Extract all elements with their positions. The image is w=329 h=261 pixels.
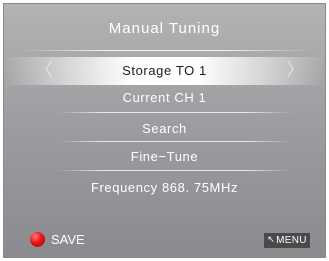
menu-item-fine-tune-label: Fine−Tune — [130, 149, 199, 164]
menu-item-frequency-label: Frequency 868. 75MHz — [90, 180, 239, 195]
menu-label: MENU — [276, 235, 307, 246]
menu-item-current-ch[interactable]: Current CH 1 — [4, 90, 325, 105]
divider — [57, 141, 292, 142]
title-divider — [18, 50, 313, 51]
return-arrow-icon: ↖ — [267, 235, 276, 245]
save-label: SAVE — [51, 232, 85, 247]
divider — [57, 112, 292, 113]
menu-item-fine-tune[interactable]: Fine−Tune — [4, 149, 325, 164]
menu-button[interactable]: ↖ MENU — [264, 233, 310, 248]
arrow-right-icon[interactable]: 〉 — [286, 57, 305, 85]
red-button-icon — [30, 232, 45, 247]
menu-item-search-label: Search — [142, 121, 187, 136]
menu-item-storage-label: Storage TO 1 — [122, 63, 207, 78]
save-button[interactable]: SAVE — [30, 232, 85, 247]
divider — [57, 170, 292, 171]
menu-item-frequency[interactable]: Frequency 868. 75MHz — [4, 180, 325, 195]
menu-item-search[interactable]: Search — [4, 121, 325, 136]
menu-item-current-ch-label: Current CH 1 — [122, 90, 207, 105]
menu-item-storage[interactable]: 〈 Storage TO 1 〉 — [4, 57, 325, 85]
page-title: Manual Tuning — [108, 20, 221, 37]
arrow-left-icon[interactable]: 〈 — [35, 57, 54, 85]
manual-tuning-screen: Manual Tuning 〈 Storage TO 1 〉 Current C… — [3, 3, 326, 258]
